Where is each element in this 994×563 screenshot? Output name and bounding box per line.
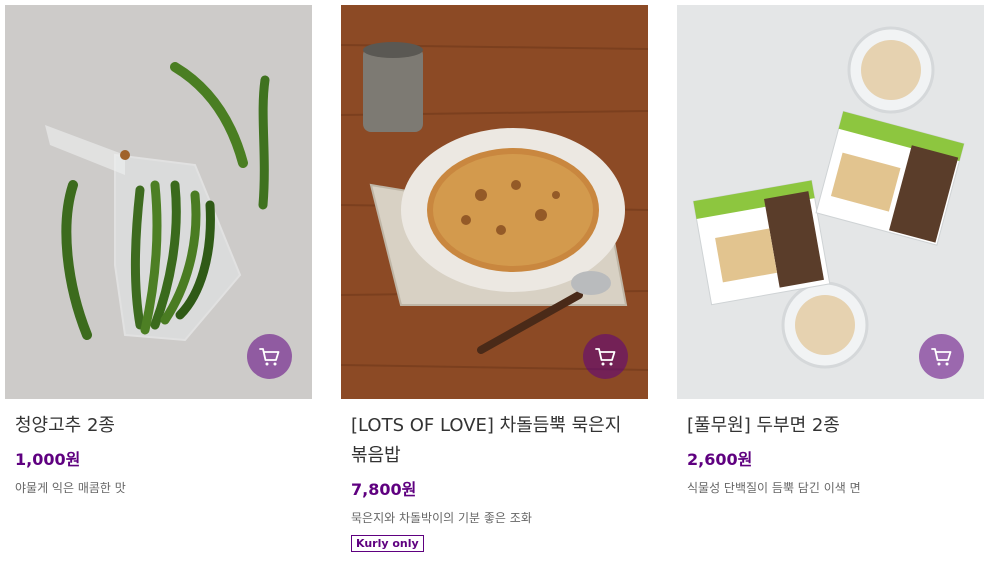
product-price: 7,800원 bbox=[351, 480, 417, 499]
product-description: 야물게 익은 매콤한 맛 bbox=[15, 481, 126, 495]
add-to-cart-button[interactable] bbox=[919, 334, 964, 379]
product-price: 2,600원 bbox=[687, 450, 753, 469]
cart-icon bbox=[594, 347, 615, 365]
product-image-chili[interactable] bbox=[5, 5, 312, 399]
cart-icon bbox=[258, 347, 279, 365]
product-description: 묵은지와 차돌박이의 기분 좋은 조화 bbox=[351, 511, 532, 525]
product-name[interactable]: [LOTS OF LOVE] 차돌듬뿍 묵은지 볶음밥 bbox=[351, 407, 636, 471]
kurly-only-badge: Kurly only bbox=[351, 535, 424, 552]
add-to-cart-button[interactable] bbox=[583, 334, 628, 379]
product-name[interactable]: [풀무원] 두부면 2종 bbox=[687, 407, 972, 441]
product-image-fried-rice[interactable] bbox=[341, 5, 648, 399]
product-description: 식물성 단백질이 듬뿍 담긴 이색 면 bbox=[687, 481, 861, 495]
product-price: 1,000원 bbox=[15, 450, 81, 469]
product-name[interactable]: 청양고추 2종 bbox=[15, 407, 300, 441]
add-to-cart-button[interactable] bbox=[247, 334, 292, 379]
product-card-chili[interactable]: 청양고추 2종 1,000원 야물게 익은 매콤한 맛 bbox=[5, 5, 312, 497]
cart-icon bbox=[930, 347, 951, 365]
product-card-fried-rice[interactable]: [LOTS OF LOVE] 차돌듬뿍 묵은지 볶음밥 7,800원 묵은지와 … bbox=[341, 5, 648, 552]
product-card-tofu-noodle[interactable]: [풀무원] 두부면 2종 2,600원 식물성 단백질이 듬뿍 담긴 이색 면 bbox=[677, 5, 984, 497]
product-image-tofu-noodle[interactable] bbox=[677, 5, 984, 399]
